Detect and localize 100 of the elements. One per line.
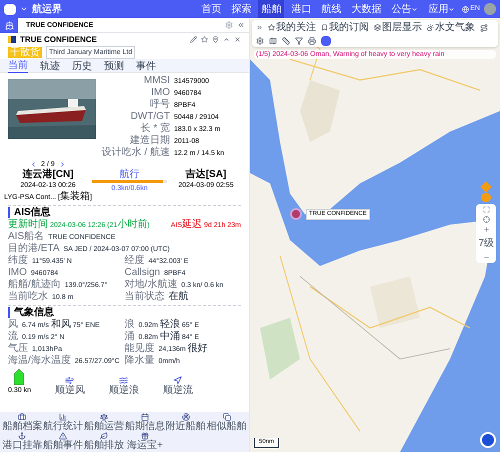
- cloud-sun-icon: [427, 24, 434, 31]
- settings-icon[interactable]: [256, 37, 264, 45]
- route-icon[interactable]: [480, 24, 488, 32]
- expand-icon[interactable]: [256, 24, 263, 31]
- detail-label: 呼号: [149, 99, 170, 110]
- field-label: 目的港/ETA: [8, 243, 60, 254]
- anchor-icon: [18, 432, 26, 440]
- scale-icon: [100, 413, 108, 421]
- tab[interactable]: 预测: [104, 59, 124, 73]
- locate-icon[interactable]: [482, 216, 490, 223]
- globe-icon: [462, 6, 470, 12]
- tool-button[interactable]: 航行统计: [42, 413, 84, 432]
- zoom-level: 7级: [478, 237, 494, 251]
- field-label: 气压: [8, 343, 28, 354]
- tab[interactable]: 历史: [72, 59, 92, 73]
- caret-icon[interactable]: [20, 5, 28, 13]
- filter-icon[interactable]: [295, 37, 303, 45]
- map-icon[interactable]: [269, 37, 277, 45]
- field-label: 风: [8, 319, 18, 330]
- type-tag: 干散货: [8, 47, 42, 58]
- detail-label: MMSI: [142, 75, 170, 86]
- tab[interactable]: 事件: [136, 59, 156, 73]
- layers-icon: [374, 24, 381, 31]
- field-label: 当前吃水: [8, 291, 48, 302]
- ship-icon: [4, 20, 14, 30]
- field-label: 涌: [124, 331, 134, 342]
- logo-icon: [4, 4, 16, 14]
- field-label: 流: [8, 331, 18, 342]
- nav-item[interactable]: 首页: [198, 0, 224, 18]
- nav-item[interactable]: 公告: [388, 0, 422, 18]
- compass-icon: [173, 376, 182, 385]
- indicator-label: 顺逆风: [54, 385, 85, 396]
- next-photo-icon[interactable]: [58, 160, 66, 168]
- bookmark-icon: [321, 24, 328, 31]
- nav-item[interactable]: 船舶: [258, 0, 284, 18]
- radar-icon: [182, 413, 190, 421]
- printer-icon[interactable]: [308, 37, 316, 45]
- nav-item[interactable]: 应用: [425, 0, 458, 18]
- field-label: 当前状态: [124, 291, 164, 302]
- nav-item[interactable]: 航线: [318, 0, 344, 18]
- copy-icon: [222, 413, 231, 421]
- detail-label: DWT/GT: [130, 111, 170, 122]
- previous-photo-icon[interactable]: [30, 160, 37, 168]
- calendar-icon: [140, 413, 149, 421]
- field-label: 能见度: [124, 343, 154, 354]
- field-label: IMO: [8, 267, 27, 278]
- wind-icon: [65, 376, 74, 385]
- tool-button[interactable]: 港口挂靠: [2, 432, 43, 451]
- field-label: 船艏/航迹向: [8, 279, 61, 290]
- tool-button[interactable]: 海运宝+: [124, 432, 166, 451]
- edit-icon[interactable]: [190, 36, 197, 43]
- bar-chart-icon: [59, 413, 68, 421]
- field-value: 在航: [168, 291, 188, 303]
- app-title: 航运界: [32, 2, 62, 16]
- briefcase-icon: [18, 413, 26, 421]
- tab[interactable]: 当前: [8, 59, 28, 73]
- pin-icon[interactable]: [212, 36, 219, 43]
- speed-arrow-icon: [14, 369, 24, 385]
- collapse-icon[interactable]: [223, 36, 230, 43]
- close-icon[interactable]: [234, 36, 241, 43]
- nav-item[interactable]: 港口: [288, 0, 314, 18]
- section-title: AIS信息: [8, 207, 241, 218]
- field-label: Callsign: [124, 267, 160, 278]
- ship-search-button[interactable]: [0, 18, 18, 32]
- star-icon[interactable]: [201, 36, 208, 43]
- detail-label: 设计吃水 / 航速: [100, 147, 170, 158]
- field-label: 降水量: [124, 355, 154, 366]
- ship-name: TRUE CONFIDENCE: [20, 34, 98, 45]
- tab[interactable]: 轨迹: [40, 59, 60, 73]
- field-label: AIS船名: [8, 231, 44, 242]
- detail-label: 建造日期: [129, 135, 170, 146]
- arrival-port: 吉达[SA]: [186, 169, 226, 180]
- collapse-icon[interactable]: [237, 21, 245, 29]
- map-toolbar-button[interactable]: 图层显示: [374, 20, 422, 35]
- field-label: 海温/海水温度: [8, 355, 71, 366]
- wave-icon: [119, 376, 128, 385]
- tool-button[interactable]: 附近船舶: [165, 413, 206, 432]
- map-toolbar-button[interactable]: 我的关注: [268, 20, 316, 35]
- map-toolbar-button[interactable]: 我的订阅: [321, 20, 369, 35]
- field-label: 经度: [124, 255, 144, 266]
- ruler-icon[interactable]: [282, 37, 290, 45]
- tool-button[interactable]: 相似船舶: [206, 413, 247, 432]
- field-label: 对地/水航速: [124, 279, 178, 290]
- detail-label: IMO: [150, 87, 170, 98]
- star-icon: [268, 24, 275, 31]
- fullscreen-icon[interactable]: [482, 206, 490, 213]
- tool-button[interactable]: 船期信息: [124, 413, 166, 432]
- nav-item[interactable]: 探索: [228, 0, 254, 18]
- indicator-label: 顺逆流: [162, 385, 193, 396]
- map-toolbar-button[interactable]: 水文气象: [427, 20, 475, 35]
- field-label: 浪: [124, 319, 134, 330]
- leaf-icon: [100, 432, 108, 440]
- field-label: 纬度: [8, 255, 28, 266]
- gift-icon: [140, 432, 149, 440]
- tool-button[interactable]: 船舶运营: [84, 413, 124, 432]
- tool-button[interactable]: 船舶事件: [42, 432, 84, 451]
- nav-item[interactable]: 大数据: [348, 0, 384, 18]
- departure-port: 连云港[CN]: [22, 169, 74, 180]
- tool-button[interactable]: 船舶档案: [2, 413, 43, 432]
- tool-button[interactable]: 船舶排放: [84, 432, 124, 451]
